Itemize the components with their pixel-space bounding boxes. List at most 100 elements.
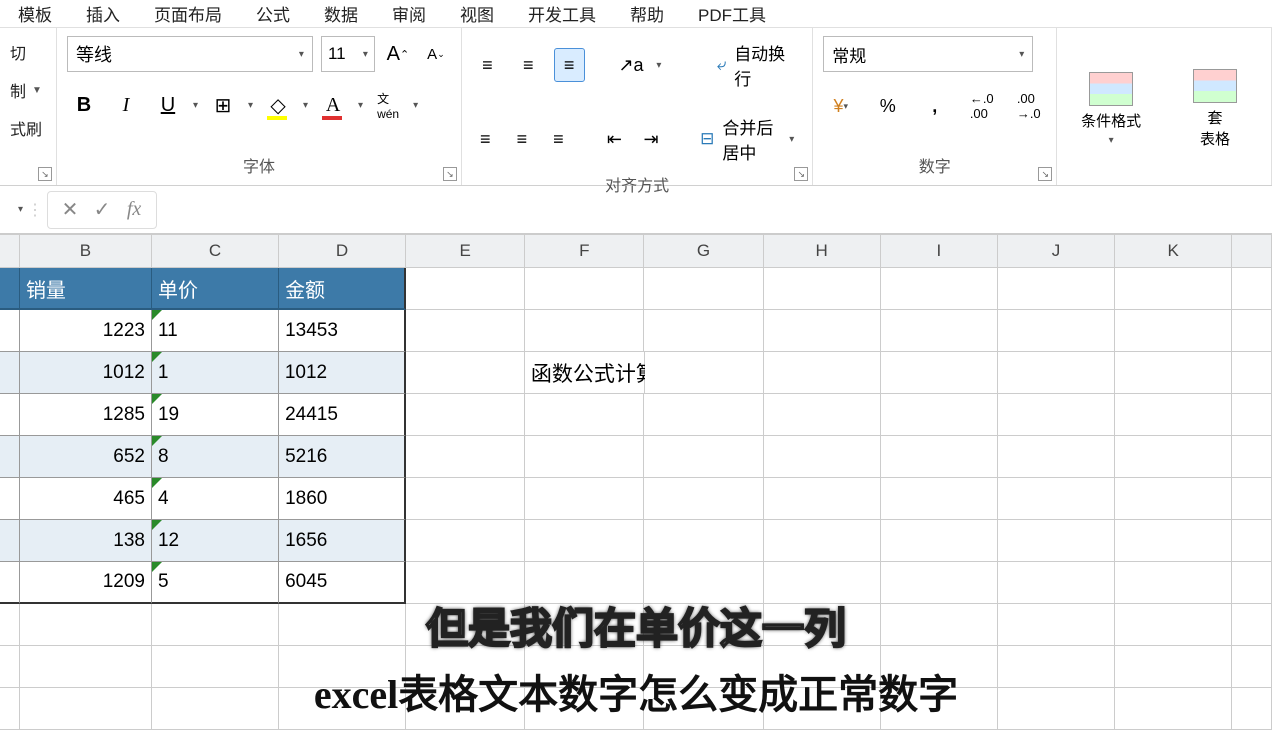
cell[interactable]: [0, 352, 20, 394]
cell[interactable]: [0, 478, 20, 520]
cell[interactable]: [764, 352, 881, 394]
cell[interactable]: 138: [20, 520, 152, 562]
align-center-button[interactable]: ≡: [509, 122, 536, 156]
cell[interactable]: [0, 394, 20, 436]
copy-button[interactable]: 制▼: [10, 74, 46, 106]
cell[interactable]: 652: [20, 436, 152, 478]
cell[interactable]: [406, 436, 525, 478]
menu-data[interactable]: 数据: [324, 1, 358, 26]
cell[interactable]: [764, 520, 881, 562]
conditional-format-button[interactable]: 条件格式 ▾: [1081, 72, 1141, 146]
cell[interactable]: [1232, 310, 1272, 352]
cell[interactable]: 金额: [279, 268, 406, 310]
currency-button[interactable]: ¥▾: [823, 88, 858, 124]
number-format-select[interactable]: 常规▾: [823, 36, 1033, 72]
cell[interactable]: 1223: [20, 310, 152, 352]
chevron-down-icon[interactable]: ▾: [358, 100, 363, 111]
cell[interactable]: 8: [152, 436, 279, 478]
cell[interactable]: [764, 268, 881, 310]
cell[interactable]: [644, 436, 763, 478]
column-header-K[interactable]: K: [1115, 234, 1232, 268]
cell[interactable]: [998, 352, 1115, 394]
cell[interactable]: 函数公式计算: [525, 352, 645, 394]
cell[interactable]: 1285: [20, 394, 152, 436]
cell[interactable]: [406, 352, 525, 394]
column-header-B[interactable]: B: [20, 234, 152, 268]
column-header-H[interactable]: H: [764, 234, 881, 268]
merge-center-button[interactable]: ⊟合并后居中▾: [692, 110, 802, 168]
cell[interactable]: [881, 520, 998, 562]
cell[interactable]: [1232, 352, 1272, 394]
border-button[interactable]: ⊞: [206, 88, 240, 122]
column-header-E[interactable]: E: [406, 234, 525, 268]
cell[interactable]: [1232, 268, 1272, 310]
cell[interactable]: [0, 436, 20, 478]
menu-review[interactable]: 审阅: [392, 1, 426, 26]
cell[interactable]: 5216: [279, 436, 406, 478]
align-left-button[interactable]: ≡: [472, 122, 499, 156]
chevron-down-icon[interactable]: ▾: [193, 100, 198, 111]
menu-help[interactable]: 帮助: [630, 1, 664, 26]
cell[interactable]: [998, 520, 1115, 562]
font-launcher[interactable]: ↘: [443, 167, 457, 181]
cancel-formula-button[interactable]: ✕: [56, 196, 84, 224]
cell[interactable]: [998, 310, 1115, 352]
cell[interactable]: [1232, 394, 1272, 436]
cell[interactable]: 1: [152, 352, 279, 394]
table-style-button[interactable]: 套 表格: [1193, 69, 1237, 149]
chevron-down-icon[interactable]: ▾: [303, 100, 308, 111]
font-size-select[interactable]: 11▾: [321, 36, 375, 72]
cell[interactable]: [1115, 520, 1232, 562]
clipboard-launcher[interactable]: ↘: [38, 167, 52, 181]
cell[interactable]: 1860: [279, 478, 406, 520]
cell[interactable]: [0, 520, 20, 562]
cut-button[interactable]: 切: [10, 36, 46, 68]
cell[interactable]: [881, 310, 998, 352]
column-header-D[interactable]: D: [279, 234, 406, 268]
fill-color-button[interactable]: ◇: [261, 88, 295, 122]
align-middle-button[interactable]: ≡: [513, 48, 544, 82]
menu-template[interactable]: 模板: [18, 1, 52, 26]
pinyin-button[interactable]: 文wén: [371, 88, 405, 122]
chevron-down-icon[interactable]: ▾: [656, 60, 661, 71]
cell[interactable]: [644, 478, 763, 520]
cell[interactable]: [525, 520, 644, 562]
cell[interactable]: [645, 352, 764, 394]
cell[interactable]: 1012: [279, 352, 406, 394]
font-color-button[interactable]: A: [316, 88, 350, 122]
cell[interactable]: [1232, 520, 1272, 562]
italic-button[interactable]: I: [109, 88, 143, 122]
cell[interactable]: 4: [152, 478, 279, 520]
column-header-C[interactable]: C: [152, 234, 279, 268]
cell[interactable]: [644, 394, 763, 436]
chevron-down-icon[interactable]: ▾: [18, 204, 23, 215]
cell[interactable]: 465: [20, 478, 152, 520]
format-painter-button[interactable]: 式刷: [10, 112, 46, 144]
cell[interactable]: 单价: [152, 268, 279, 310]
cell[interactable]: [881, 436, 998, 478]
cell[interactable]: [764, 478, 881, 520]
cell[interactable]: [998, 394, 1115, 436]
cell[interactable]: [525, 478, 644, 520]
cell[interactable]: [764, 310, 881, 352]
cell[interactable]: [406, 394, 525, 436]
cell[interactable]: [764, 394, 881, 436]
align-right-button[interactable]: ≡: [545, 122, 572, 156]
decrease-font-button[interactable]: A⌄: [421, 39, 451, 69]
cell[interactable]: [0, 310, 20, 352]
cell[interactable]: [1115, 478, 1232, 520]
column-header-J[interactable]: J: [998, 234, 1115, 268]
menu-view[interactable]: 视图: [460, 1, 494, 26]
increase-decimal-button[interactable]: ←.0.00: [964, 88, 999, 124]
cell[interactable]: [406, 310, 525, 352]
cell[interactable]: [406, 520, 525, 562]
cell[interactable]: [881, 478, 998, 520]
menu-formula[interactable]: 公式: [256, 1, 290, 26]
increase-indent-button[interactable]: ⇥: [638, 122, 665, 156]
cell[interactable]: [881, 394, 998, 436]
column-header-I[interactable]: I: [881, 234, 998, 268]
align-bottom-button[interactable]: ≡: [554, 48, 585, 82]
chevron-down-icon[interactable]: ▾: [413, 100, 418, 111]
column-header-L[interactable]: [1232, 234, 1272, 268]
align-launcher[interactable]: ↘: [794, 167, 808, 181]
